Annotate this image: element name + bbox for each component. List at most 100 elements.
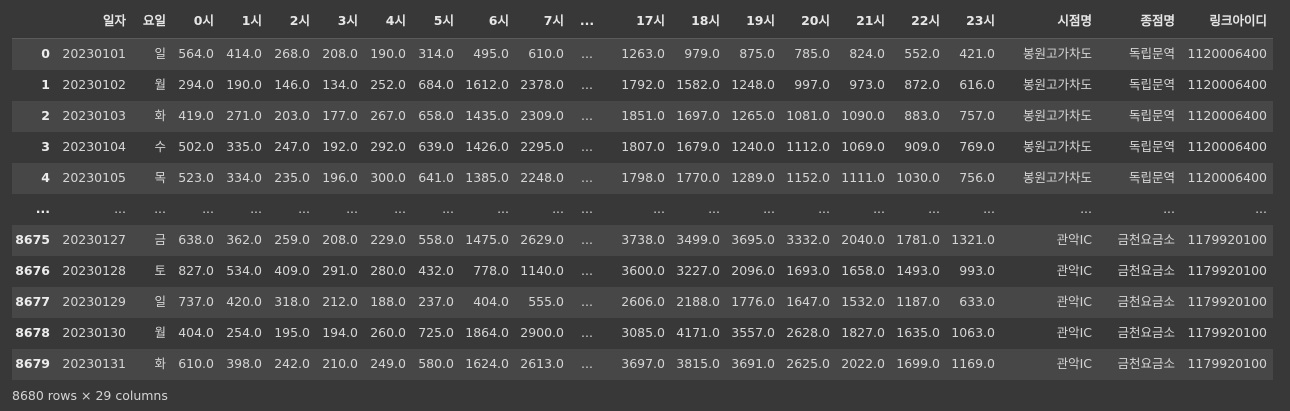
column-header: ... <box>564 4 610 39</box>
table-cell: 1030.0 <box>896 170 940 186</box>
table-cell: 2295.0 <box>520 139 564 155</box>
table-cell: 월 <box>154 325 166 341</box>
table-cell: 993.0 <box>959 263 995 279</box>
table-cell: ... <box>1255 201 1267 217</box>
table-cell: 관악IC <box>1056 325 1092 341</box>
table-cell: ... <box>818 201 830 217</box>
table-cell: 1140.0 <box>520 263 564 279</box>
table-cell: 2040.0 <box>841 232 885 248</box>
table-cell: 580.0 <box>418 356 454 372</box>
table-cell: 봉원고가차도 <box>1022 139 1092 155</box>
table-cell: 20230105 <box>62 170 126 186</box>
table-cell: 1263.0 <box>621 46 665 62</box>
table-cell: 420.0 <box>226 294 262 310</box>
table-cell: 1792.0 <box>621 77 665 93</box>
table-row: 8678 20230130 월 404.0 254.0 195.0 194.0 260.0 72… <box>12 318 1273 349</box>
table-cell: 1776.0 <box>731 294 775 310</box>
row-index: ... <box>35 201 50 217</box>
table-cell: 208.0 <box>322 46 358 62</box>
table-cell: 토 <box>154 263 166 279</box>
table-cell: 827.0 <box>178 263 214 279</box>
table-cell: 1798.0 <box>621 170 665 186</box>
table-cell: 1179920100 <box>1187 263 1267 279</box>
table-cell: 1770.0 <box>676 170 720 186</box>
table-cell: 금천요금소 <box>1117 263 1175 279</box>
table-row: 4 20230105 목 523.0 334.0 235.0 196.0 300.0 641.0… <box>12 163 1273 194</box>
column-header: 18시 <box>665 4 720 39</box>
table-cell: 관악IC <box>1056 263 1092 279</box>
table-cell: 409.0 <box>274 263 310 279</box>
table-cell: 3557.0 <box>731 325 775 341</box>
table-cell: 1179920100 <box>1187 325 1267 341</box>
table-row: ........................................… <box>12 194 1273 225</box>
table-cell: ... <box>114 201 126 217</box>
table-cell: 190.0 <box>370 46 406 62</box>
column-header: 링크아이디 <box>1175 4 1273 39</box>
table-cell: 일 <box>154 46 166 62</box>
table-cell: 2628.0 <box>786 325 830 341</box>
table-cell: 260.0 <box>370 325 406 341</box>
table-cell: 1679.0 <box>676 139 720 155</box>
row-index: 8679 <box>15 356 50 372</box>
table-cell: 534.0 <box>226 263 262 279</box>
table-row: 3 20230104 수 502.0 335.0 247.0 192.0 292.0 639.0… <box>12 132 1273 163</box>
table-cell: 188.0 <box>370 294 406 310</box>
table-cell: ... <box>497 201 509 217</box>
table-cell: 1240.0 <box>731 139 775 155</box>
table-cell: ... <box>581 139 593 155</box>
table-cell: 3691.0 <box>731 356 775 372</box>
table-cell: 294.0 <box>178 77 214 93</box>
table-cell: ... <box>873 201 885 217</box>
row-index: 8676 <box>15 263 50 279</box>
table-cell: 300.0 <box>370 170 406 186</box>
table-cell: 555.0 <box>528 294 564 310</box>
table-cell: 화 <box>154 356 166 372</box>
table-cell: 737.0 <box>178 294 214 310</box>
table-body: 0 20230101 일 564.0 414.0 268.0 208.0 190.0 314.0… <box>12 38 1273 380</box>
table-cell: ... <box>552 201 564 217</box>
table-cell: ... <box>581 232 593 248</box>
table-cell: 242.0 <box>274 356 310 372</box>
row-index: 4 <box>41 170 50 186</box>
table-cell: 1169.0 <box>951 356 995 372</box>
table-cell: 134.0 <box>322 77 358 93</box>
table-cell: 1120006400 <box>1187 77 1267 93</box>
table-cell: 883.0 <box>904 108 940 124</box>
table-cell: 909.0 <box>904 139 940 155</box>
column-header: 17시 <box>610 4 665 39</box>
table-row: 8677 20230129 일 737.0 420.0 318.0 212.0 188.0 23… <box>12 287 1273 318</box>
table-cell: 2309.0 <box>520 108 564 124</box>
table-cell: 봉원고가차도 <box>1022 77 1092 93</box>
table-cell: 관악IC <box>1056 356 1092 372</box>
table-cell: 2022.0 <box>841 356 885 372</box>
table-cell: 979.0 <box>684 46 720 62</box>
table-cell: ... <box>581 294 593 310</box>
table-cell: 235.0 <box>274 170 310 186</box>
table-cell: 1781.0 <box>896 232 940 248</box>
table-cell: 610.0 <box>528 46 564 62</box>
table-cell: 2096.0 <box>731 263 775 279</box>
row-index: 8675 <box>15 232 50 248</box>
column-header: 4시 <box>358 4 406 39</box>
dataframe-shape-footer: 8680 rows × 29 columns <box>12 388 168 403</box>
table-cell: 봉원고가차도 <box>1022 108 1092 124</box>
table-row: 1 20230102 월 294.0 190.0 146.0 134.0 252.0 684.0… <box>12 70 1273 101</box>
row-index: 3 <box>41 139 50 155</box>
table-cell: 관악IC <box>1056 232 1092 248</box>
table-cell: 1179920100 <box>1187 294 1267 310</box>
table-cell: 1647.0 <box>786 294 830 310</box>
table-cell: 414.0 <box>226 46 262 62</box>
table-cell: 292.0 <box>370 139 406 155</box>
table-cell: ... <box>202 201 214 217</box>
column-header: 22시 <box>885 4 940 39</box>
table-cell: ... <box>581 356 593 372</box>
table-cell: ... <box>581 201 593 217</box>
table-cell: 1699.0 <box>896 356 940 372</box>
column-header: 시점명 <box>995 4 1092 39</box>
table-cell: 독립문역 <box>1128 108 1175 124</box>
table-cell: 1120006400 <box>1187 170 1267 186</box>
table-cell: 독립문역 <box>1128 77 1175 93</box>
table-cell: 3499.0 <box>676 232 720 248</box>
row-index: 0 <box>41 46 50 62</box>
column-header: 종점명 <box>1092 4 1175 39</box>
